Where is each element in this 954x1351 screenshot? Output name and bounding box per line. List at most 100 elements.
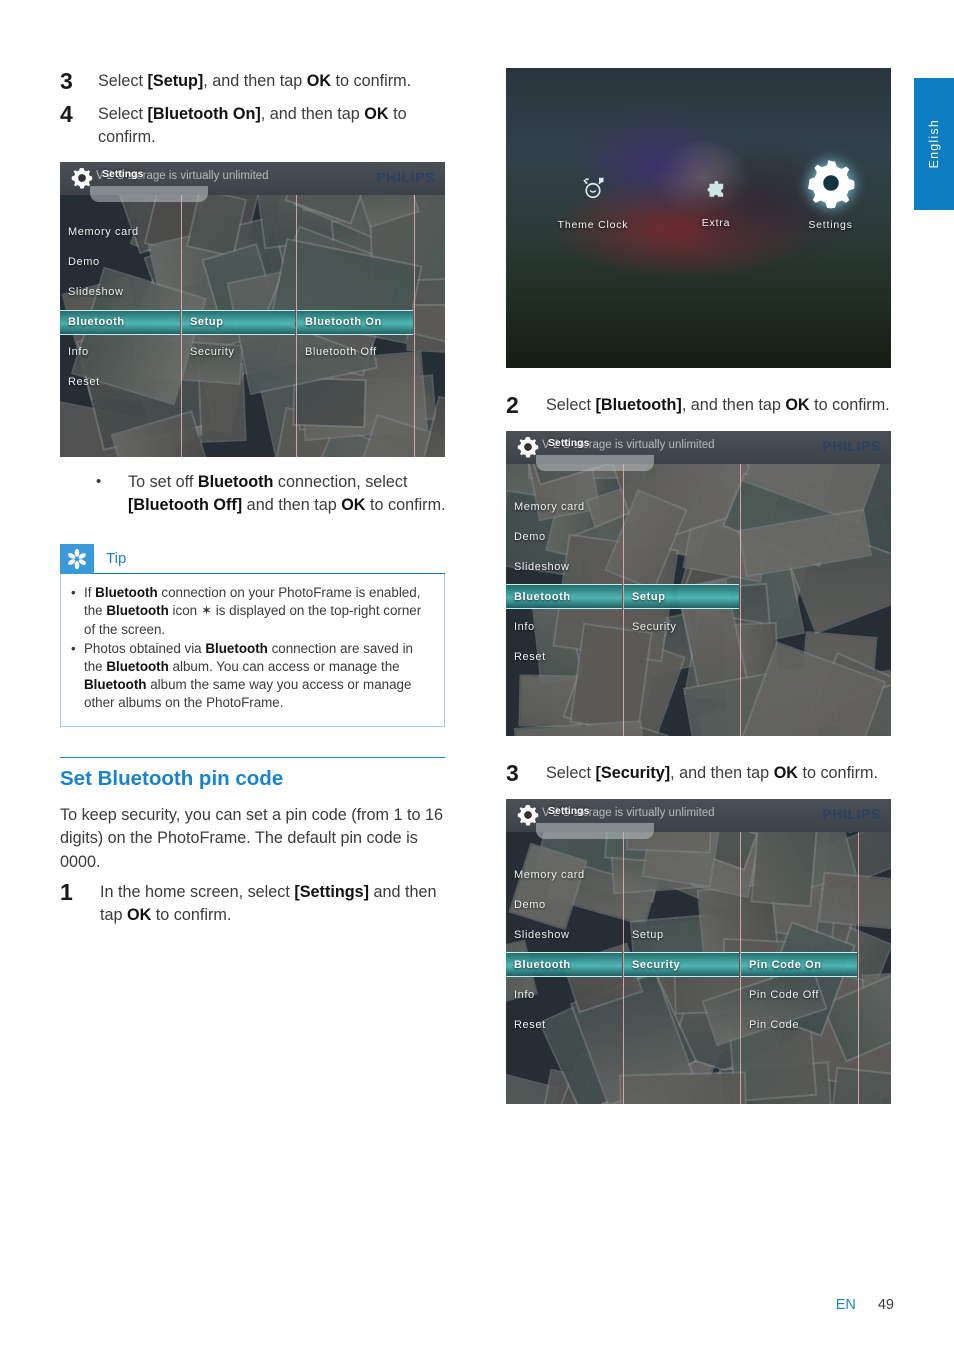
- menu-item-slideshow[interactable]: Slideshow: [506, 554, 622, 579]
- bullet-marker: •: [71, 585, 76, 601]
- manual-page: English 3 Select [Setup], and then tap O…: [0, 0, 954, 1351]
- menu-item-info[interactable]: Info: [506, 614, 622, 639]
- menu-column-1: Memory card Demo Slideshow Bluetooth Inf…: [60, 194, 182, 457]
- titlebar-breadcrumb: Settings: [548, 437, 590, 450]
- language-tab: English: [914, 78, 954, 210]
- menu-column-1: Memory card Demo Slideshow Bluetooth Inf…: [506, 464, 624, 737]
- device-screenshot-pin-code-menu: V 2 S storage is virtually unlimited PHI…: [506, 799, 891, 1105]
- menu-item-slideshow[interactable]: Slideshow: [506, 922, 622, 947]
- menu-item-pin-code-on[interactable]: Pin Code On: [741, 952, 857, 978]
- step-text: Select [Bluetooth On], and then tap OK t…: [98, 105, 407, 147]
- home-icon-label: Extra: [701, 217, 731, 229]
- menu-item-security[interactable]: Security: [624, 614, 739, 639]
- menu-column-3: Bluetooth On Bluetooth Off: [297, 194, 415, 457]
- tip-header: Tip: [60, 543, 445, 575]
- device-menu-columns: Memory card Demo Slideshow Bluetooth Inf…: [60, 194, 445, 457]
- tip-box: Tip • If Bluetooth connection on your Ph…: [60, 543, 445, 727]
- menu-item-slideshow[interactable]: Slideshow: [60, 280, 180, 305]
- puzzle-piece-icon: [707, 180, 724, 197]
- tip-item-text: If Bluetooth connection on your PhotoFra…: [84, 585, 422, 637]
- menu-column-4: [859, 832, 891, 1104]
- menu-column-2: Setup Security: [182, 194, 297, 457]
- step-2: 2 Select [Bluetooth], and then tap OK to…: [506, 392, 894, 419]
- step-number: 3: [60, 68, 73, 94]
- tip-item: • Photos obtained via Bluetooth connecti…: [71, 640, 432, 713]
- menu-item-demo[interactable]: Demo: [506, 524, 622, 549]
- philips-logo: PHILIPS: [822, 806, 881, 823]
- philips-logo: PHILIPS: [376, 168, 435, 185]
- home-icon-label: Theme Clock: [557, 219, 629, 231]
- step-4: 4 Select [Bluetooth On], and then tap OK…: [60, 101, 450, 150]
- menu-item-bluetooth-off[interactable]: Bluetooth Off: [297, 340, 413, 365]
- step-text: Select [Setup], and then tap OK to confi…: [98, 72, 412, 90]
- step-number: 1: [60, 879, 73, 906]
- menu-column-2: Setup Security: [624, 464, 741, 737]
- step-text: Select [Bluetooth], and then tap OK to c…: [546, 396, 890, 414]
- device-menu-columns: Memory card Demo Slideshow Bluetooth Inf…: [506, 464, 891, 737]
- gear-icon: [807, 159, 855, 209]
- menu-item-pin-code-off[interactable]: Pin Code Off: [741, 982, 857, 1007]
- titlebar-breadcrumb: Settings: [102, 167, 144, 180]
- menu-item-setup[interactable]: Setup: [182, 309, 295, 335]
- menu-item-reset[interactable]: Reset: [60, 370, 180, 395]
- step-number: 4: [60, 101, 73, 128]
- language-tab-label: English: [927, 119, 941, 169]
- menu-item-reset[interactable]: Reset: [506, 644, 622, 669]
- footer-page-number: 49: [877, 1297, 894, 1313]
- menu-item-setup[interactable]: Setup: [624, 922, 739, 947]
- gear-icon: [514, 433, 542, 461]
- menu-item-bluetooth[interactable]: Bluetooth: [60, 309, 180, 335]
- section-title: Set Bluetooth pin code: [60, 766, 284, 790]
- titlebar-hump: [90, 185, 208, 202]
- menu-item-setup[interactable]: Setup: [624, 584, 739, 610]
- menu-item-bluetooth[interactable]: Bluetooth: [506, 952, 622, 978]
- titlebar-hump: [536, 455, 654, 472]
- device-titlebar: V 2 S storage is virtually unlimited PHI…: [506, 799, 891, 840]
- gear-icon: [68, 164, 96, 192]
- device-screenshot-bluetooth-on: V 2 S storage is virtually unlimited PHI…: [60, 161, 445, 457]
- step-text: In the home screen, select [Settings] an…: [100, 883, 437, 925]
- alarm-clock-icon: [583, 177, 604, 199]
- tip-title: Tip: [106, 550, 127, 568]
- home-icon-theme-clock[interactable]: Theme Clock: [528, 174, 658, 231]
- step-1: 1 In the home screen, select [Settings] …: [60, 879, 450, 928]
- device-titlebar: V 2 S storage is virtually unlimited PHI…: [60, 161, 445, 202]
- home-icon-settings[interactable]: Settings: [768, 156, 891, 231]
- section-set-bluetooth-pin-code: Set Bluetooth pin code To keep security,…: [60, 756, 450, 928]
- menu-item-info[interactable]: Info: [60, 340, 180, 365]
- tip-body: • If Bluetooth connection on your PhotoF…: [60, 574, 445, 727]
- menu-column-3: Pin Code On Pin Code Off Pin Code: [741, 832, 859, 1105]
- device-titlebar: V 2 S storage is virtually unlimited PHI…: [506, 431, 891, 472]
- menu-item-security[interactable]: Security: [182, 340, 295, 365]
- section-paragraph: To keep security, you can set a pin code…: [60, 805, 444, 872]
- menu-item-reset[interactable]: Reset: [506, 1012, 622, 1037]
- menu-item-bluetooth[interactable]: Bluetooth: [506, 584, 622, 610]
- titlebar-breadcrumb: Settings: [548, 805, 590, 818]
- page-footer: EN 49: [836, 1297, 894, 1313]
- home-icon-extra[interactable]: Extra: [661, 176, 771, 229]
- menu-item-memory-card[interactable]: Memory card: [506, 494, 622, 519]
- step-3: 3 Select [Setup], and then tap OK to con…: [60, 68, 450, 95]
- menu-item-pin-code[interactable]: Pin Code: [741, 1012, 857, 1037]
- footer-language-code: EN: [835, 1297, 856, 1313]
- bullet-marker: •: [96, 472, 102, 490]
- menu-item-bluetooth-on[interactable]: Bluetooth On: [297, 309, 413, 335]
- gear-icon: [514, 801, 542, 829]
- bullet-marker: •: [71, 640, 76, 656]
- menu-item-demo[interactable]: Demo: [60, 250, 180, 275]
- tip-item-text: Photos obtained via Bluetooth connection…: [84, 640, 414, 711]
- menu-item-info[interactable]: Info: [506, 982, 622, 1007]
- menu-item-security[interactable]: Security: [624, 952, 739, 978]
- philips-logo: PHILIPS: [822, 438, 881, 455]
- sub-bullet-bluetooth-off: • To set off Bluetooth connection, selec…: [96, 471, 450, 518]
- device-screenshot-home: Theme Clock Extra Settings: [506, 68, 891, 368]
- right-column: Theme Clock Extra Settings 2 Select [Blu…: [506, 68, 894, 1105]
- menu-column-1: Memory card Demo Slideshow Bluetooth Inf…: [506, 832, 624, 1105]
- menu-item-demo[interactable]: Demo: [506, 892, 622, 917]
- menu-item-memory-card[interactable]: Memory card: [506, 862, 622, 887]
- tip-item: • If Bluetooth connection on your PhotoF…: [71, 584, 432, 639]
- device-screenshot-bluetooth-menu: V 2 S storage is virtually unlimited PHI…: [506, 431, 891, 737]
- step-3-security: 3 Select [Security], and then tap OK to …: [506, 760, 894, 787]
- home-icon-label: Settings: [808, 219, 853, 231]
- menu-item-memory-card[interactable]: Memory card: [60, 220, 180, 245]
